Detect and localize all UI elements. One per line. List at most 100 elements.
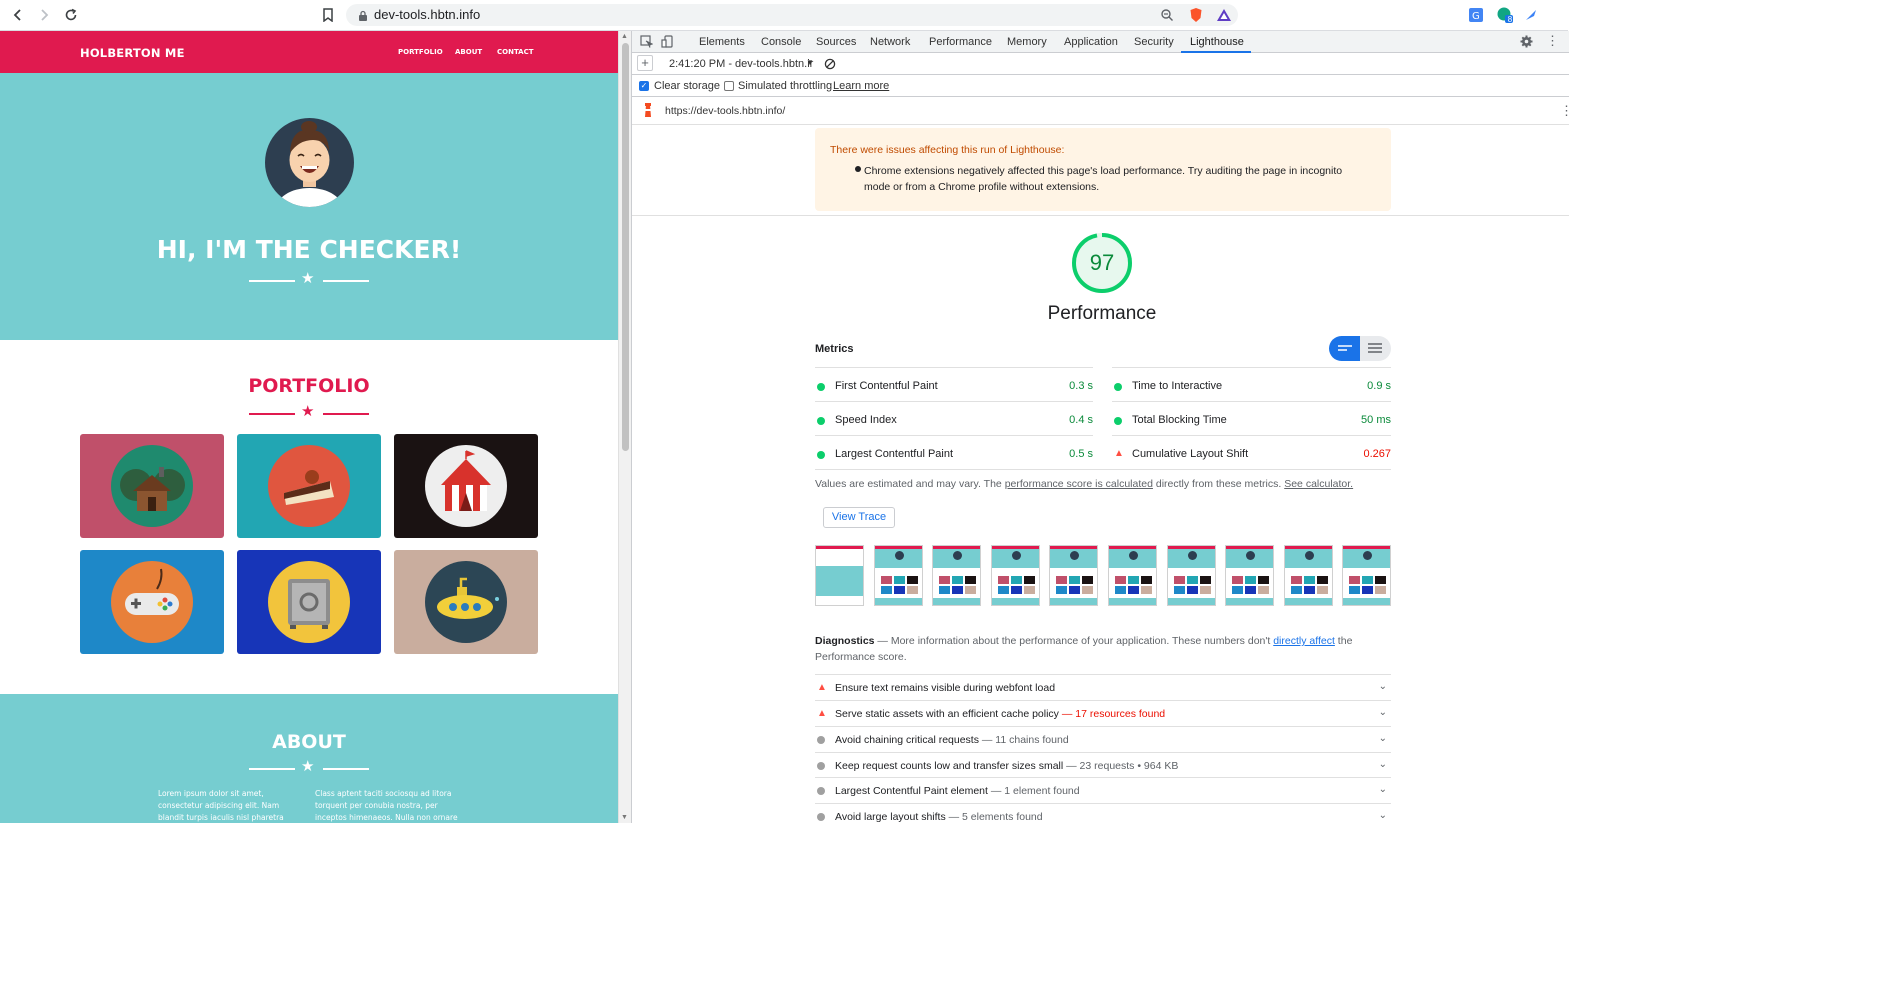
nav-contact-link[interactable]: CONTACT [497, 48, 534, 56]
tab-sources[interactable]: Sources [816, 36, 856, 48]
pass-dot-icon [1114, 417, 1122, 425]
clear-storage-checkbox[interactable]: ✓ [639, 81, 649, 91]
pass-dot-icon [1114, 383, 1122, 391]
reload-icon[interactable] [61, 5, 81, 25]
translate-extension-icon[interactable]: G [1466, 5, 1486, 25]
browser-toolbar: dev-tools.hbtn.info G 8 [0, 0, 1568, 31]
tab-network[interactable]: Network [870, 36, 910, 48]
metrics-view-toggle-detail[interactable] [1360, 336, 1391, 361]
metric-row[interactable]: Time to Interactive 0.9 s [1112, 367, 1391, 401]
chevron-down-icon[interactable]: ⌄ [1379, 810, 1387, 821]
inspect-element-icon[interactable] [640, 35, 654, 53]
diagnostic-row[interactable]: ▲ Ensure text remains visible during web… [815, 674, 1391, 699]
metric-value: 0.9 s [1367, 380, 1391, 392]
site-scrollbar-thumb[interactable] [622, 43, 629, 451]
tab-lighthouse[interactable]: Lighthouse [1190, 36, 1244, 48]
view-trace-button[interactable]: View Trace [823, 507, 895, 528]
portfolio-tile-cake[interactable] [237, 434, 381, 538]
filmstrip-frame [990, 545, 1040, 606]
nav-portfolio-link[interactable]: PORTFOLIO [398, 48, 443, 56]
metrics-view-toggle-summary[interactable] [1329, 336, 1360, 361]
diagnostic-row[interactable]: Avoid large layout shifts — 5 elements f… [815, 803, 1391, 828]
quill-extension-icon[interactable] [1521, 5, 1541, 25]
fail-triangle-icon: ▲ [817, 682, 827, 693]
filmstrip-frame [932, 545, 982, 606]
warning-item: Chrome extensions negatively affected th… [864, 165, 1343, 193]
metric-name: Total Blocking Time [1132, 414, 1227, 426]
directly-affect-link[interactable]: directly affect [1273, 635, 1335, 647]
hero-section: HI, I'M THE CHECKER! ★ [0, 73, 618, 340]
diagnostic-row[interactable]: ▲ Serve static assets with an efficient … [815, 700, 1391, 725]
metric-row[interactable]: Speed Index 0.4 s [815, 401, 1093, 435]
scroll-up-icon[interactable]: ▲ [621, 33, 628, 40]
url-text: dev-tools.hbtn.info [374, 7, 481, 22]
tab-console[interactable]: Console [761, 36, 801, 48]
filmstrip-frame [1049, 545, 1099, 606]
metric-row[interactable]: Total Blocking Time 50 ms [1112, 401, 1391, 435]
note-text: Values are estimated and may vary. The [815, 478, 1005, 490]
bookmark-icon[interactable] [318, 5, 338, 25]
report-select[interactable]: 2:41:20 PM - dev-tools.hbtn.ir [669, 58, 813, 70]
submarine-icon [425, 561, 507, 643]
diagnostics-intro: Diagnostics — More information about the… [815, 633, 1391, 665]
new-report-plus-icon[interactable]: + [637, 55, 653, 71]
game-controller-icon [111, 561, 193, 643]
site-navbar: HOLBERTON ME PORTFOLIO ABOUT CONTACT [0, 31, 618, 73]
tab-memory[interactable]: Memory [1007, 36, 1047, 48]
simulated-throttling-checkbox[interactable] [724, 81, 734, 91]
portfolio-tile-cabin[interactable] [80, 434, 224, 538]
diagnostic-row[interactable]: Keep request counts low and transfer siz… [815, 752, 1391, 777]
chevron-down-icon[interactable]: ⌄ [1379, 681, 1387, 692]
site-brand[interactable]: HOLBERTON ME [80, 46, 185, 60]
portfolio-tile-submarine[interactable] [394, 550, 538, 654]
chevron-down-icon[interactable]: ⌄ [1379, 733, 1387, 744]
nav-about-link[interactable]: ABOUT [455, 48, 482, 56]
filmstrip-frame [1166, 545, 1216, 606]
report-menu-icon[interactable]: ⋮ [1560, 103, 1573, 119]
portfolio-tile-controller[interactable] [80, 550, 224, 654]
portfolio-tile-safe[interactable] [237, 550, 381, 654]
chevron-down-icon[interactable]: ⌄ [1379, 707, 1387, 718]
diagnostic-row[interactable]: Avoid chaining critical requests — 11 ch… [815, 726, 1391, 751]
svg-text:G: G [1472, 11, 1480, 22]
brave-shield-icon[interactable] [1186, 5, 1206, 25]
metric-value: 0.4 s [1069, 414, 1093, 426]
tab-performance[interactable]: Performance [929, 36, 992, 48]
pass-dot-icon [817, 451, 825, 459]
site-scrollbar[interactable]: ▲ ▼ [618, 31, 631, 823]
settings-gear-icon[interactable] [1520, 35, 1533, 53]
metric-name: Cumulative Layout Shift [1132, 448, 1249, 460]
tab-security[interactable]: Security [1134, 36, 1174, 48]
diagnostic-row[interactable]: Largest Contentful Paint element — 1 ele… [815, 777, 1391, 802]
info-dot-icon [817, 787, 825, 795]
chevron-down-icon[interactable]: ⌄ [1379, 784, 1387, 795]
metric-row[interactable]: Largest Contentful Paint 0.5 s [815, 435, 1093, 469]
tab-application[interactable]: Application [1064, 36, 1118, 48]
back-icon[interactable] [8, 5, 28, 25]
metric-name: Largest Contentful Paint [835, 448, 954, 460]
scroll-down-icon[interactable]: ▼ [621, 814, 628, 821]
chevron-down-icon[interactable]: ⌄ [1379, 759, 1387, 770]
zoom-icon[interactable] [1157, 5, 1177, 25]
brave-rewards-icon[interactable] [1214, 5, 1234, 25]
metric-value: 0.3 s [1069, 380, 1093, 392]
forward-icon[interactable] [34, 5, 54, 25]
portfolio-tile-circus[interactable] [394, 434, 538, 538]
warning-title: There were issues affecting this run of … [830, 144, 1065, 156]
report-dropdown-icon[interactable]: ▼ [806, 58, 814, 67]
filmstrip-frame [1108, 545, 1157, 606]
device-toolbar-icon[interactable] [661, 35, 674, 53]
learn-more-link[interactable]: Learn more [833, 80, 889, 92]
diagnostic-name: Serve static assets with an efficient ca… [835, 708, 1166, 720]
metric-row[interactable]: ▲ Cumulative Layout Shift 0.267 [1112, 435, 1391, 469]
report-url[interactable]: https://dev-tools.hbtn.info/ [665, 105, 785, 117]
clear-reports-icon[interactable] [824, 57, 836, 75]
lighthouse-options: ✓ Clear storage Simulated throttling Lea… [632, 75, 1569, 97]
devtools-menu-icon[interactable]: ⋮ [1546, 33, 1559, 49]
see-calculator-link[interactable]: See calculator. [1284, 478, 1353, 490]
score-calculated-link[interactable]: performance score is calculated [1005, 478, 1153, 490]
metric-row[interactable]: First Contentful Paint 0.3 s [815, 367, 1093, 401]
about-text-left: Lorem ipsum dolor sit amet, consectetur … [158, 789, 284, 822]
cake-icon [268, 445, 350, 527]
tab-elements[interactable]: Elements [699, 36, 745, 48]
